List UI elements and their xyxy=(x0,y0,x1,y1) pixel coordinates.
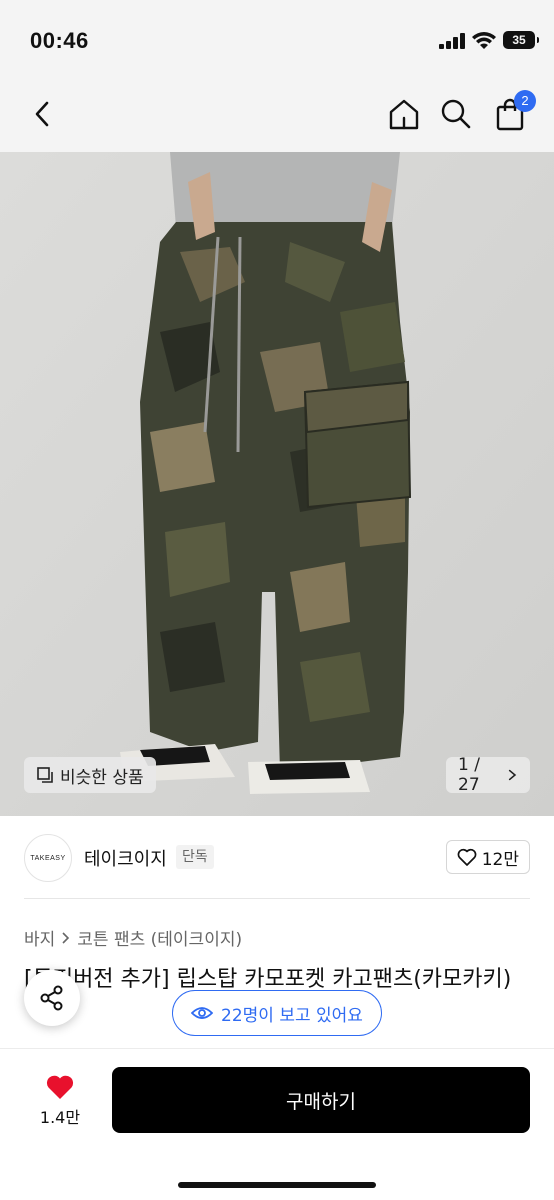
chevron-right-icon xyxy=(509,769,517,781)
status-bar: 00:46 35 xyxy=(0,0,554,80)
breadcrumb-category[interactable]: 바지 xyxy=(24,925,55,950)
share-icon xyxy=(40,985,63,1011)
home-button[interactable] xyxy=(384,94,424,134)
eye-icon xyxy=(191,1007,214,1019)
brand-name[interactable]: 테이크이지 xyxy=(84,845,167,871)
image-counter-text: 1 / 27 xyxy=(458,755,480,795)
viewers-text: 22명이 보고 있어요 xyxy=(221,1005,363,1026)
copy-icon xyxy=(37,767,53,783)
bottom-bar: 1.4만 구매하기 xyxy=(0,1048,554,1200)
share-button[interactable] xyxy=(24,970,80,1026)
wishlist-button[interactable]: 1.4만 xyxy=(24,1069,96,1133)
brand-row[interactable]: TAKEASY 테이크이지 단독 12만 xyxy=(0,816,554,900)
breadcrumb: 바지 코튼 팬츠 (테이크이지) xyxy=(24,925,242,950)
breadcrumb-subcategory[interactable]: 코튼 팬츠 (테이크이지) xyxy=(77,925,242,950)
home-icon xyxy=(389,99,419,130)
buy-button[interactable]: 구매하기 xyxy=(112,1067,530,1133)
nav-bar: 2 xyxy=(0,80,554,152)
signal-icon xyxy=(439,33,465,49)
brand-logo: TAKEASY xyxy=(24,834,72,882)
similar-products-button[interactable]: 비슷한 상품 xyxy=(24,757,156,793)
chevron-right-icon xyxy=(62,931,70,944)
home-indicator xyxy=(178,1182,376,1188)
image-counter[interactable]: 1 / 27 xyxy=(446,755,530,795)
heart-filled-icon xyxy=(46,1075,74,1099)
cart-badge: 2 xyxy=(514,90,536,112)
status-time: 00:46 xyxy=(30,28,89,53)
brand-like-button[interactable]: 12만 xyxy=(445,840,530,874)
viewers-badge: 22명이 보고 있어요 xyxy=(172,990,382,1036)
exclusive-tag: 단독 xyxy=(176,845,214,869)
product-photo xyxy=(0,152,554,816)
search-icon xyxy=(441,99,471,129)
heart-outline-icon xyxy=(457,848,477,866)
cart-button[interactable]: 2 xyxy=(490,90,536,134)
product-image[interactable]: 비슷한 상품 1 / 27 xyxy=(0,152,554,816)
wishlist-count: 1.4만 xyxy=(39,1108,81,1127)
brand-like-count: 12만 xyxy=(481,849,519,870)
similar-products-label: 비슷한 상품 xyxy=(60,767,144,788)
chevron-left-icon xyxy=(35,101,49,127)
search-button[interactable] xyxy=(436,94,476,134)
wifi-icon xyxy=(472,32,496,49)
back-button[interactable] xyxy=(22,94,62,134)
divider xyxy=(24,898,530,899)
battery-icon: 35 xyxy=(503,31,539,49)
